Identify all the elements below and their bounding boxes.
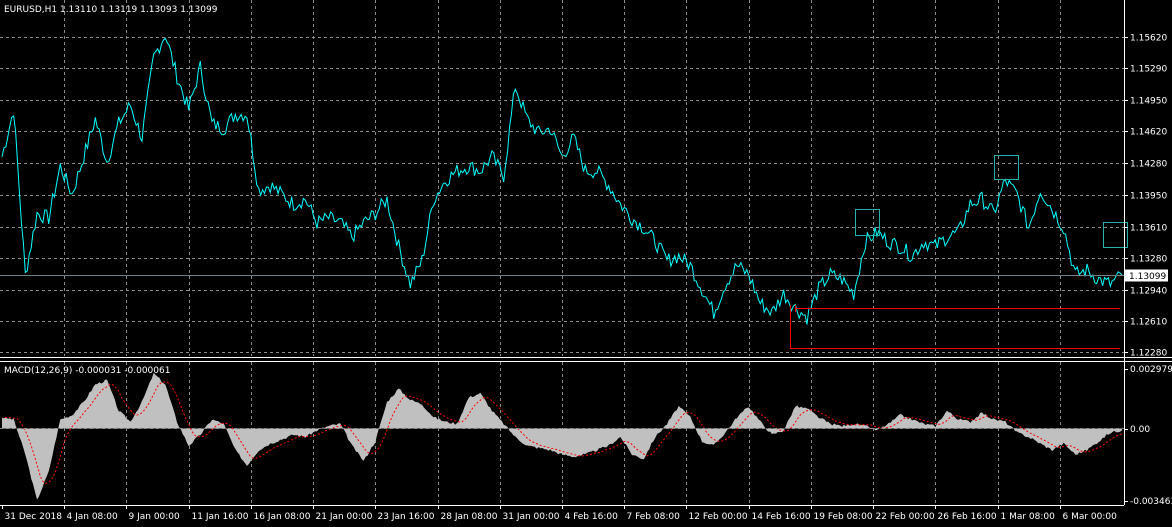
y-tick-label: 1.13280 [1130,255,1167,265]
y-tick-label: 1.12280 [1130,349,1167,359]
x-tick-label: 19 Feb 08:00 [814,512,873,522]
x-tick-label: 16 Jan 08:00 [254,512,311,522]
y-tick-label: 1.13950 [1130,192,1167,202]
macd-y-tick-label: 0.00 [1130,425,1150,435]
main-header: EURUSD,H1 1.13110 1.13119 1.13093 1.1309… [4,5,218,15]
macd-histogram [2,372,1122,500]
x-tick-label: 11 Jan 16:00 [192,512,249,522]
x-tick-label: 9 Jan 00:00 [129,512,181,522]
x-tick-label: 31 Dec 2018 [5,512,63,522]
y-tick-label: 1.12610 [1130,318,1167,328]
x-tick-label: 28 Jan 08:00 [441,512,498,522]
chart-svg: 1.13099 EURUSD,H1 1.13110 1.13119 1.1309… [0,0,1172,522]
y-tick-label: 1.13610 [1130,224,1167,234]
chart-area[interactable]: 1.13099 EURUSD,H1 1.13110 1.13119 1.1309… [0,0,1172,527]
macd-y-tick-label: -0.003463 [1130,497,1172,507]
x-tick-label: 4 Feb 16:00 [565,512,619,522]
macd-header: MACD(12,26,9) -0.000031 -0.000061 [4,366,170,376]
x-tick-label: 7 Feb 08:00 [627,512,681,522]
y-tick-label: 1.12940 [1130,287,1167,297]
x-tick-label: 6 Mar 00:00 [1063,512,1118,522]
x-tick-label: 12 Feb 00:00 [689,512,748,522]
y-tick-label: 1.14620 [1130,128,1167,138]
x-tick-label: 4 Jan 08:00 [67,512,119,522]
y-tick-label: 1.14280 [1130,160,1167,170]
annotation-box [1103,222,1128,248]
x-tick-label: 14 Feb 16:00 [752,512,811,522]
y-tick-label: 1.15620 [1130,34,1167,44]
macd-series [0,372,1126,500]
x-tick-label: 22 Feb 00:00 [876,512,935,522]
y-tick-label: 1.15290 [1130,65,1167,75]
x-tick-label: 21 Jan 00:00 [316,512,373,522]
current-price-label: 1.13099 [1129,272,1166,282]
x-tick-label: 26 Feb 16:00 [938,512,997,522]
macd-y-tick-label: 0.002979 [1130,365,1172,375]
annotations: 1.13099 [0,155,1168,349]
y-tick-label: 1.14950 [1130,97,1167,107]
x-tick-label: 31 Jan 00:00 [503,512,560,522]
x-tick-label: 23 Jan 16:00 [378,512,435,522]
x-tick-label: 1 Mar 08:00 [1001,512,1056,522]
